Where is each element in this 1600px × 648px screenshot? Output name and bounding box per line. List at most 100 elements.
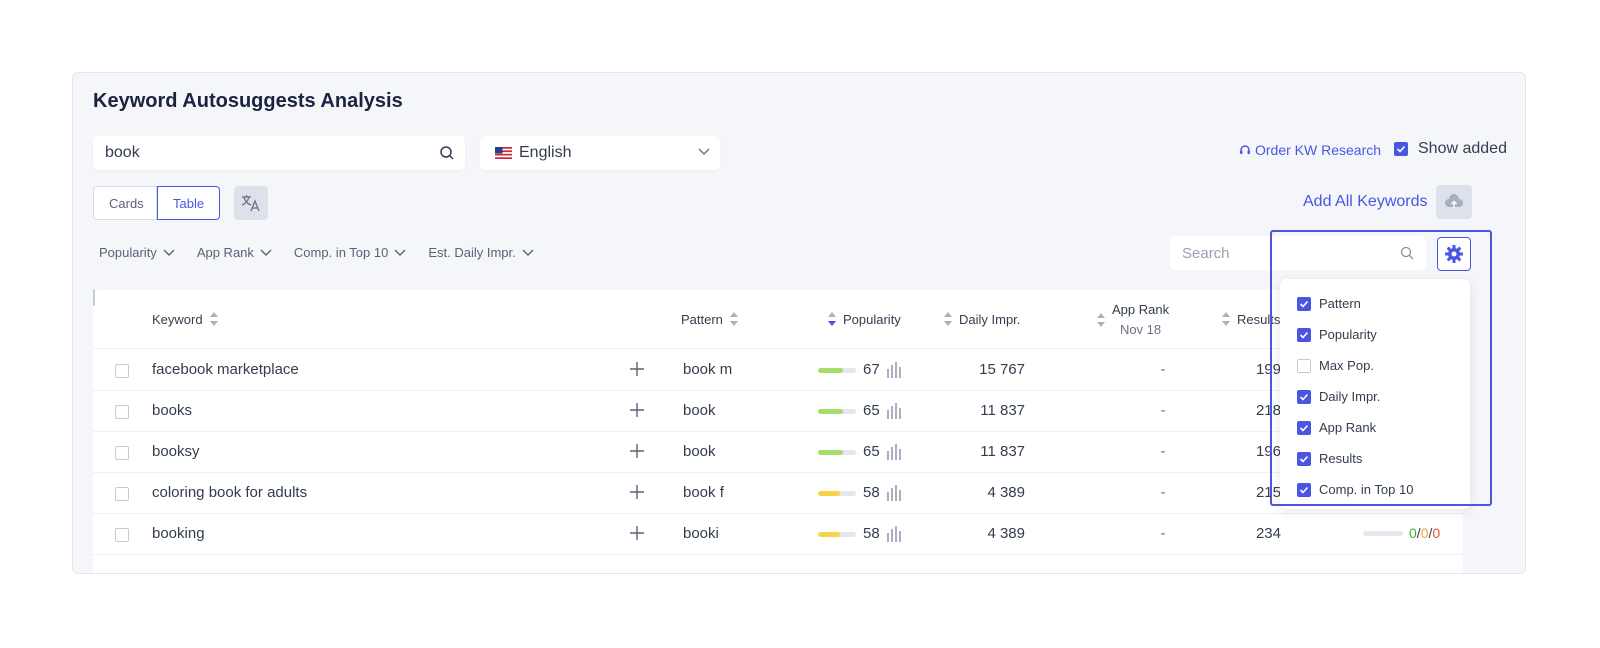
chevron-down-icon [394, 249, 406, 256]
checkbox-unchecked-icon[interactable] [1297, 358, 1311, 373]
header-keyword[interactable]: Keyword [152, 311, 219, 327]
table-row[interactable]: books book 65 11 837 - 218 [93, 391, 1463, 432]
language-select[interactable]: English [480, 136, 720, 170]
keyword-cell: books [152, 402, 193, 419]
view-table-button[interactable]: Table [157, 186, 220, 220]
bar-chart-icon[interactable] [886, 403, 904, 419]
header-app-rank[interactable]: App Rank Nov 18 [1096, 302, 1169, 337]
cloud-upload-button[interactable] [1436, 185, 1472, 219]
results-cell: 234 [1255, 525, 1281, 542]
column-option-label: Max Pop. [1319, 358, 1374, 373]
row-checkbox[interactable] [115, 405, 129, 419]
column-option[interactable]: Daily Impr. [1297, 389, 1380, 404]
sort-desc-icon [828, 312, 836, 326]
daily-impr-cell: 15 767 [979, 361, 1025, 378]
view-toggle: Cards Table [93, 186, 220, 220]
keyword-search-input[interactable]: book [93, 136, 465, 170]
table-row[interactable]: booksy book 65 11 837 - 196 [93, 432, 1463, 473]
column-settings-button[interactable] [1437, 237, 1471, 271]
popularity-bar [818, 491, 856, 496]
column-option-label: Daily Impr. [1319, 389, 1381, 404]
daily-impr-cell: 11 837 [980, 402, 1025, 419]
daily-impr-cell: 11 837 [980, 443, 1025, 460]
table-row[interactable]: facebook marketplace book m 67 15 767 - … [93, 350, 1463, 391]
popularity-value: 65 [863, 402, 880, 419]
table-header: Keyword Pattern Popularity Daily Impr. A… [93, 289, 1463, 349]
sort-icon [1222, 312, 1230, 326]
add-keyword-icon[interactable] [629, 484, 645, 500]
popularity-bar [818, 532, 856, 537]
checkbox-checked-icon[interactable] [1297, 451, 1311, 466]
keyword-cell: booksy [152, 443, 200, 460]
column-option[interactable]: Pattern [1297, 296, 1361, 311]
table-search-input[interactable]: Search [1170, 236, 1426, 270]
header-popularity[interactable]: Popularity [827, 311, 901, 327]
column-option[interactable]: Max Pop. [1297, 358, 1374, 373]
column-option-label: Pattern [1319, 296, 1361, 311]
header-results[interactable]: Results [1221, 311, 1280, 327]
filter-daily-impr[interactable]: Est. Daily Impr. [428, 245, 534, 260]
chevron-down-icon [163, 249, 175, 256]
filter-popularity[interactable]: Popularity [99, 245, 175, 260]
popularity-bar [818, 368, 856, 373]
results-cell: 199 [1255, 361, 1281, 378]
checkbox-checked-icon[interactable] [1394, 142, 1408, 156]
keyword-cell: facebook marketplace [152, 361, 299, 378]
select-all-checkbox[interactable] [93, 289, 95, 306]
row-checkbox[interactable] [115, 364, 129, 378]
bar-chart-icon[interactable] [886, 444, 904, 460]
row-checkbox[interactable] [115, 528, 129, 542]
column-option[interactable]: Popularity [1297, 327, 1377, 342]
pattern-cell: book [683, 443, 716, 460]
keyword-cell: coloring book for adults [152, 484, 308, 501]
bar-chart-icon[interactable] [886, 362, 904, 378]
translate-button[interactable] [234, 186, 268, 220]
table-row[interactable]: booking booki 58 4 389 - 234 0/0/0 [93, 514, 1463, 555]
checkbox-checked-icon[interactable] [1297, 482, 1311, 497]
headset-icon [1240, 145, 1250, 154]
row-checkbox[interactable] [115, 446, 129, 460]
view-cards-button[interactable]: Cards [93, 186, 157, 220]
bar-chart-icon[interactable] [886, 526, 904, 542]
app-rank-date: Nov 18 [1119, 322, 1162, 337]
column-option-label: App Rank [1319, 420, 1377, 435]
add-keyword-icon[interactable] [629, 525, 645, 541]
app-rank-cell: - [1160, 443, 1166, 460]
page-title: Keyword Autosuggests Analysis [93, 90, 403, 112]
app-rank-cell: - [1160, 484, 1166, 501]
header-daily-impr[interactable]: Daily Impr. [943, 311, 1020, 327]
pattern-cell: booki [683, 525, 719, 542]
column-option[interactable]: Comp. in Top 10 [1297, 482, 1413, 497]
results-cell: 218 [1255, 402, 1281, 419]
filter-app-rank[interactable]: App Rank [197, 245, 272, 260]
column-option[interactable]: App Rank [1297, 420, 1376, 435]
sort-icon [944, 312, 952, 326]
popularity-bar [818, 450, 856, 455]
checkbox-checked-icon[interactable] [1297, 327, 1311, 342]
show-added-checkbox[interactable]: Show added [1394, 140, 1507, 158]
row-checkbox[interactable] [115, 487, 129, 501]
checkbox-checked-icon[interactable] [1297, 389, 1311, 404]
header-pattern[interactable]: Pattern [681, 311, 739, 327]
popularity-bar [818, 409, 856, 414]
bar-chart-icon[interactable] [886, 485, 904, 501]
sort-icon [209, 312, 218, 326]
language-value: English [519, 144, 572, 161]
add-keyword-icon[interactable] [629, 402, 645, 418]
filter-comp-top10[interactable]: Comp. in Top 10 [294, 245, 406, 260]
popularity-value: 65 [863, 443, 880, 460]
popularity-value: 58 [863, 484, 880, 501]
translate-icon [241, 195, 260, 212]
column-option[interactable]: Results [1297, 451, 1362, 466]
order-kw-research-link[interactable]: Order KW Research [1239, 142, 1381, 158]
table-row[interactable]: coloring book for adults book f 58 4 389… [93, 473, 1463, 514]
add-keyword-icon[interactable] [629, 443, 645, 459]
add-keyword-icon[interactable] [629, 361, 645, 377]
checkbox-checked-icon[interactable] [1297, 420, 1311, 435]
column-option-label: Results [1319, 451, 1363, 466]
checkbox-checked-icon[interactable] [1297, 296, 1311, 311]
search-icon[interactable] [439, 145, 455, 161]
add-all-keywords-link[interactable]: Add All Keywords [1303, 193, 1428, 211]
daily-impr-cell: 4 389 [987, 525, 1025, 542]
sort-icon [729, 312, 738, 326]
